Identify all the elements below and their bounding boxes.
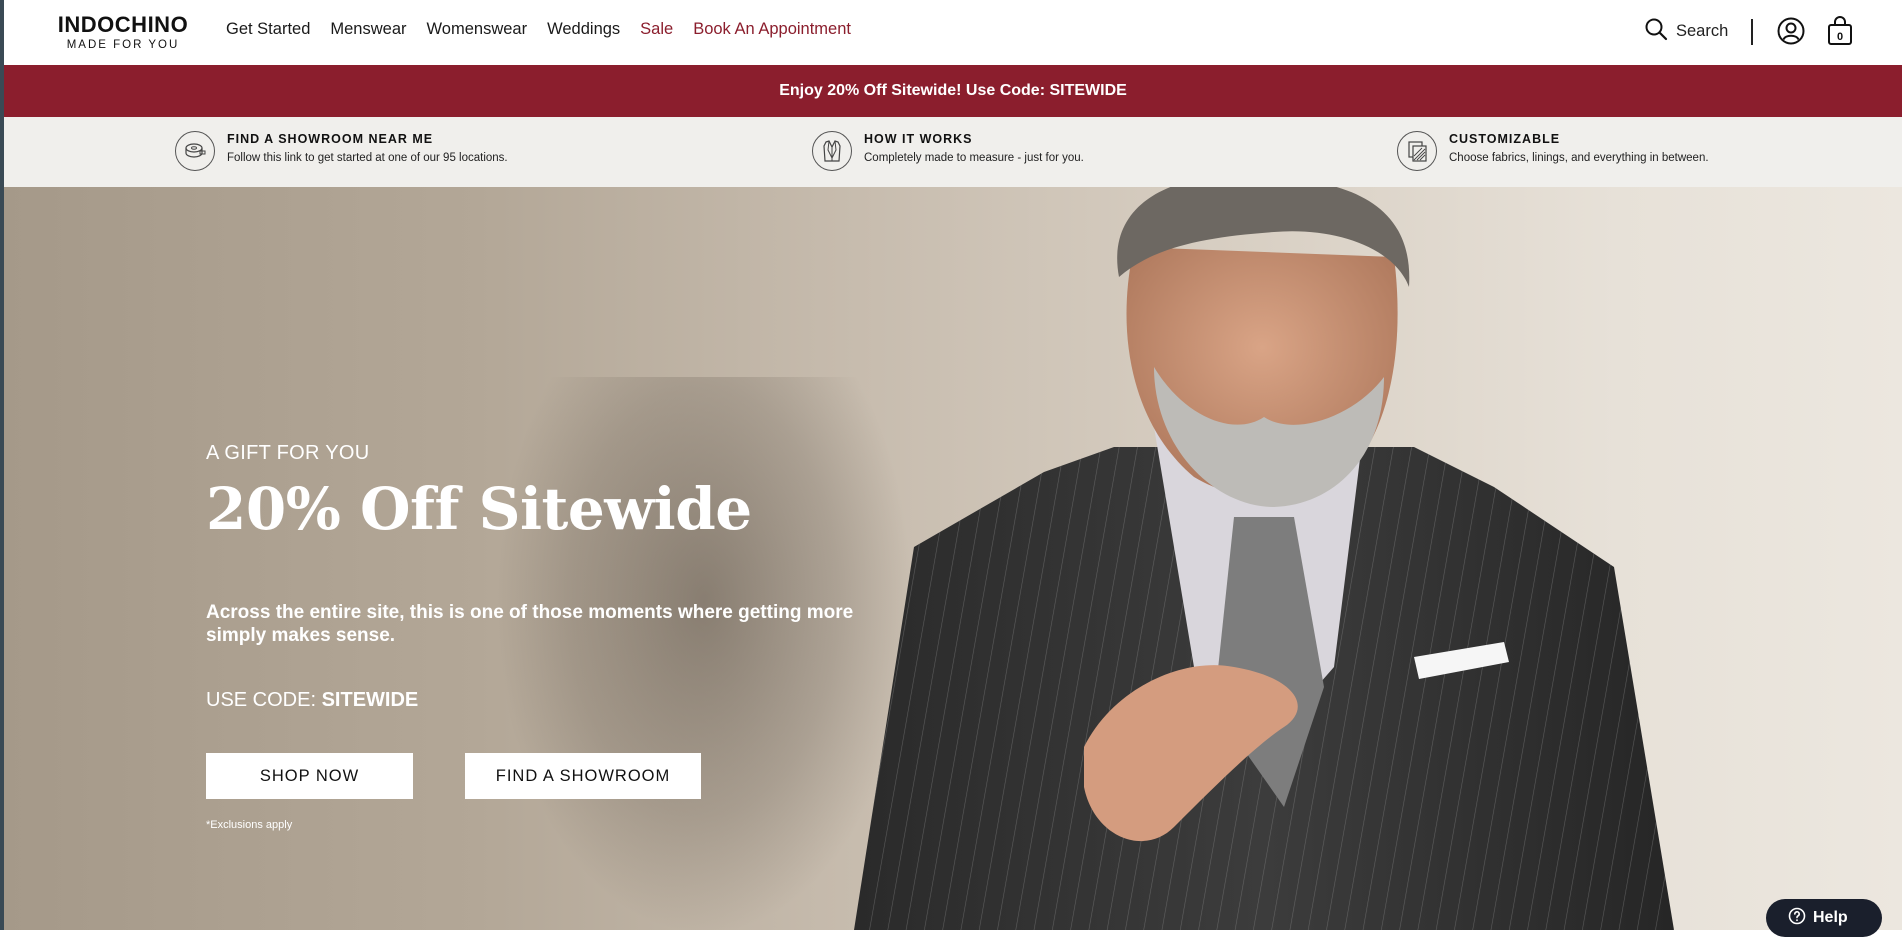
user-icon xyxy=(1777,17,1805,49)
hero-eyebrow: A GIFT FOR YOU xyxy=(206,442,370,464)
cart-button[interactable]: 0 xyxy=(1826,15,1854,47)
logo-wordmark: INDOCHINO xyxy=(57,12,189,37)
help-button[interactable]: Help xyxy=(1766,899,1882,937)
nav-get-started[interactable]: Get Started xyxy=(226,20,310,39)
feature-title: FIND A SHOWROOM NEAR ME xyxy=(227,132,434,146)
shopping-bag-icon: 0 xyxy=(1826,16,1854,51)
help-label: Help xyxy=(1813,909,1848,926)
cart-count: 0 xyxy=(1837,31,1843,43)
promo-text: Enjoy 20% Off Sitewide! Use Code: SITEWI… xyxy=(779,82,1127,99)
promo-code-value: SITEWIDE xyxy=(321,689,419,711)
header-divider xyxy=(1751,19,1753,45)
shop-now-button[interactable]: SHOP NOW xyxy=(206,753,413,799)
hero-promo-code: USE CODE: SITEWIDE xyxy=(206,689,418,712)
brand-logo[interactable]: INDOCHINO MADE FOR YOU xyxy=(48,12,198,52)
site-header: INDOCHINO MADE FOR YOU Get Started Mensw… xyxy=(4,0,1902,65)
features-strip: FIND A SHOWROOM NEAR ME Follow this link… xyxy=(4,117,1902,187)
nav-sale[interactable]: Sale xyxy=(640,20,673,39)
find-showroom-button[interactable]: FIND A SHOWROOM xyxy=(465,753,701,799)
nav-menswear[interactable]: Menswear xyxy=(330,20,406,39)
promo-banner[interactable]: Enjoy 20% Off Sitewide! Use Code: SITEWI… xyxy=(4,65,1902,117)
nav-book-appointment[interactable]: Book An Appointment xyxy=(693,20,851,39)
feature-customizable[interactable]: CUSTOMIZABLE Choose fabrics, linings, an… xyxy=(1397,131,1709,171)
promo-code-prefix: USE CODE: xyxy=(206,689,322,711)
account-button[interactable] xyxy=(1777,17,1805,45)
hero-model-photo xyxy=(854,187,1674,930)
nav-womenswear[interactable]: Womenswear xyxy=(427,20,528,39)
main-nav: Get Started Menswear Womenswear Weddings… xyxy=(226,20,851,39)
tape-measure-icon xyxy=(175,131,215,171)
search-label: Search xyxy=(1676,22,1729,40)
suit-jacket-icon xyxy=(812,131,852,171)
window-edge xyxy=(0,0,4,930)
hero-title: 20% Off Sitewide xyxy=(206,475,752,543)
search-icon xyxy=(1644,17,1668,46)
fabric-swatch-icon xyxy=(1397,131,1437,171)
logo-tagline: MADE FOR YOU xyxy=(66,39,180,51)
nav-weddings[interactable]: Weddings xyxy=(547,20,620,39)
search-button[interactable]: Search xyxy=(1644,17,1728,46)
feature-description: Follow this link to get started at one o… xyxy=(227,152,508,164)
feature-description: Choose fabrics, linings, and everything … xyxy=(1449,152,1709,164)
feature-title: HOW IT WORKS xyxy=(864,132,973,146)
hero-wall-shadow xyxy=(494,377,914,930)
feature-how-it-works[interactable]: HOW IT WORKS Completely made to measure … xyxy=(812,131,1084,171)
hero-description: Across the entire site, this is one of t… xyxy=(206,602,854,646)
hero-banner: A GIFT FOR YOU 20% Off Sitewide Across t… xyxy=(4,187,1902,930)
feature-title: CUSTOMIZABLE xyxy=(1449,132,1561,146)
exclusions-note: *Exclusions apply xyxy=(206,819,293,831)
question-circle-icon xyxy=(1788,907,1806,930)
feature-description: Completely made to measure - just for yo… xyxy=(864,152,1084,164)
feature-find-showroom[interactable]: FIND A SHOWROOM NEAR ME Follow this link… xyxy=(175,131,508,171)
